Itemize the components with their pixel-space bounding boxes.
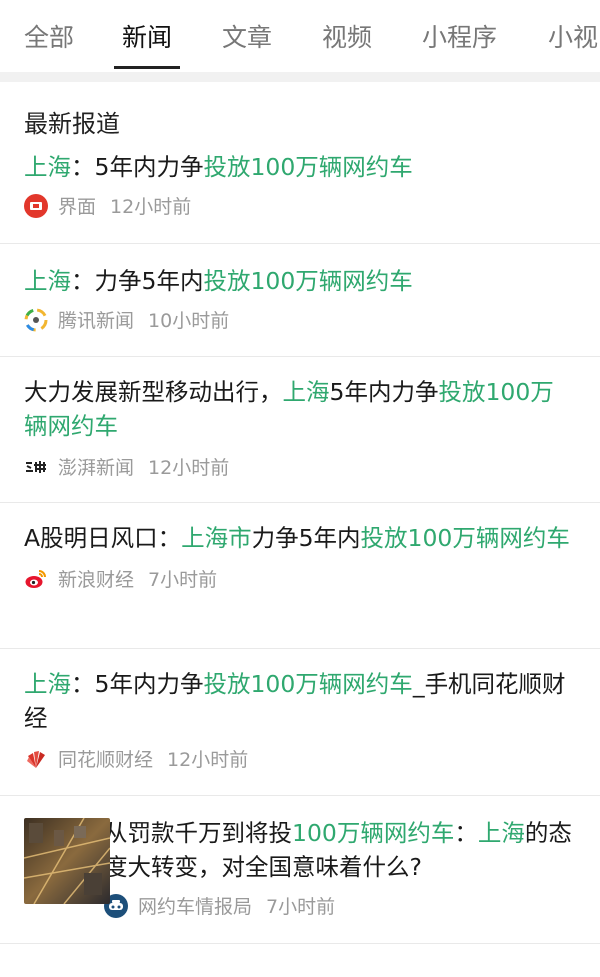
news-item[interactable]: 上海：5年内力争投放100万辆网约车界面 12小时前 <box>0 130 600 244</box>
news-headline[interactable]: 上海：5年内力争投放100万辆网约车 <box>0 150 600 184</box>
headline-keyword-highlight: 上海 <box>24 267 71 295</box>
tab-videos[interactable]: 视频 <box>322 18 372 54</box>
tab-news[interactable]: 新闻 <box>122 18 172 54</box>
headline-keyword-highlight: 上海 <box>282 378 330 406</box>
news-item[interactable]: 大力发展新型移动出行，上海5年内力争投放100万辆网约车澎湃新闻 12小时前 <box>0 357 600 503</box>
tonghuashun-logo-icon <box>27 750 45 768</box>
headline-text: 大力发展新型移动出行， <box>24 378 283 406</box>
tencent-news-logo-icon <box>24 308 48 331</box>
news-timestamp: 7小时前 <box>148 569 218 591</box>
news-timestamp: 12小时前 <box>167 749 249 771</box>
news-meta: 新浪财经 7小时前 <box>0 565 600 592</box>
news-item[interactable]: A股明日风口：上海市力争5年内投放100万辆网约车新浪财经 7小时前 <box>0 503 600 649</box>
tab-all[interactable]: 全部 <box>24 18 74 54</box>
news-meta: 界面 12小时前 <box>0 192 600 219</box>
news-item[interactable]: 上海：5年内力争投放100万辆网约车_手机同花顺财经同花顺财经 12小时前 <box>0 649 600 796</box>
headline-text: ：5年内力争 <box>71 670 204 698</box>
news-headline[interactable]: 上海：5年内力争投放100万辆网约车_手机同花顺财经 <box>0 667 600 735</box>
news-meta: 同花顺财经 12小时前 <box>0 745 600 772</box>
headline-text: ： <box>454 819 478 847</box>
headline-text: 从罚款千万到将投 <box>104 819 292 847</box>
headline-keyword-highlight: 投放100万辆网约车 <box>203 670 413 698</box>
active-tab-indicator <box>114 66 180 69</box>
news-item[interactable]: 上海：力争5年内投放100万辆网约车腾讯新闻 10小时前 <box>0 244 600 357</box>
tab-articles[interactable]: 文章 <box>222 18 272 54</box>
news-list: 上海：5年内力争投放100万辆网约车 界面 12小时前 上海：力争5年内投放100万辆… <box>0 130 600 944</box>
news-source: 界面 <box>58 196 97 218</box>
thepaper-logo-icon <box>26 460 46 473</box>
tab-bar: 全部 新闻 文章 视频 小程序 小视 <box>0 0 600 72</box>
news-source: 网约车情报局 <box>138 896 253 918</box>
news-headline[interactable]: A股明日风口：上海市力争5年内投放100万辆网约车 <box>0 521 600 555</box>
jiemian-logo-icon <box>24 193 48 218</box>
headline-text: A股明日风口： <box>24 524 182 552</box>
news-timestamp: 12小时前 <box>148 457 230 479</box>
news-headline[interactable]: 大力发展新型移动出行，上海5年内力争投放100万辆网约车 <box>0 375 600 443</box>
headline-keyword-highlight: 投放100万辆网约车 <box>203 153 413 181</box>
weibo-logo-icon <box>25 569 46 588</box>
news-source: 腾讯新闻 <box>58 310 135 332</box>
article-thumbnail[interactable] <box>24 818 110 904</box>
section-title: 最新报道 <box>24 110 120 138</box>
news-source: 同花顺财经 <box>58 749 154 771</box>
headline-keyword-highlight: 上海 <box>24 153 71 181</box>
news-item[interactable]: 从罚款千万到将投100万辆网约车：上海的态度大转变，对全国意味着什么? 网约车情报… <box>0 796 600 944</box>
tab-short-videos[interactable]: 小视 <box>548 18 598 54</box>
headline-keyword-highlight: 上海 <box>477 819 525 847</box>
headline-keyword-highlight: 投放100万辆网约车 <box>360 524 570 552</box>
news-headline[interactable]: 上海：力争5年内投放100万辆网约车 <box>0 264 600 298</box>
news-timestamp: 7小时前 <box>266 896 336 918</box>
news-timestamp: 10小时前 <box>148 310 230 332</box>
news-source: 澎湃新闻 <box>58 457 135 479</box>
headline-text: 5年内力争 <box>329 378 439 406</box>
headline-text: ：力争5年内 <box>71 267 204 295</box>
headline-keyword-highlight: 上海 <box>24 670 71 698</box>
section-divider <box>0 72 600 82</box>
tab-mini-programs[interactable]: 小程序 <box>422 18 497 54</box>
headline-keyword-highlight: 上海市 <box>181 524 252 552</box>
headline-text: 力争5年内 <box>251 524 361 552</box>
headline-text: ：5年内力争 <box>71 153 204 181</box>
news-timestamp: 12小时前 <box>110 196 192 218</box>
headline-keyword-highlight: 100万辆网约车 <box>292 819 455 847</box>
news-source: 新浪财经 <box>58 569 135 591</box>
news-meta: 澎湃新闻 12小时前 <box>0 453 600 480</box>
headline-keyword-highlight: 投放100万辆网约车 <box>203 267 413 295</box>
news-meta: 腾讯新闻 10小时前 <box>0 306 600 333</box>
